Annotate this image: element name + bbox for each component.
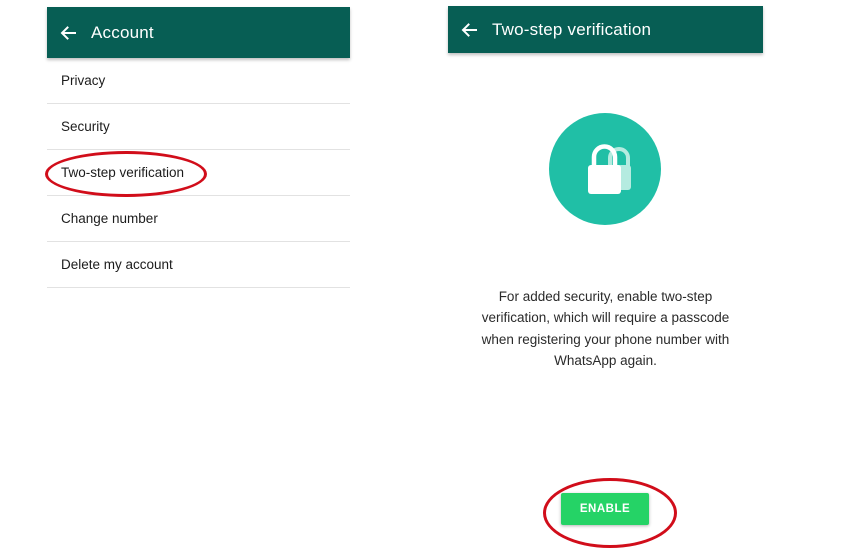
menu-item-privacy[interactable]: Privacy — [47, 58, 350, 104]
menu-item-two-step-verification[interactable]: Two-step verification — [47, 150, 350, 196]
account-screen: Account Privacy Security Two-step verifi… — [47, 0, 350, 300]
account-app-bar: Account — [47, 7, 350, 58]
menu-item-delete-account[interactable]: Delete my account — [47, 242, 350, 288]
account-menu-list: Privacy Security Two-step verification C… — [47, 58, 350, 288]
screenshot-stage: Account Privacy Security Two-step verifi… — [0, 0, 850, 550]
account-title: Account — [91, 22, 154, 42]
back-arrow-icon[interactable] — [460, 21, 478, 39]
menu-item-change-number[interactable]: Change number — [47, 196, 350, 242]
back-arrow-icon[interactable] — [59, 24, 77, 42]
two-step-description: For added security, enable two-step veri… — [481, 288, 730, 369]
lock-badge — [549, 113, 661, 225]
two-step-title: Two-step verification — [492, 19, 652, 39]
lock-icon — [588, 144, 631, 194]
enable-button[interactable]: ENABLE — [561, 493, 649, 525]
two-step-screen: Two-step verification For added security… — [448, 0, 763, 550]
two-step-app-bar: Two-step verification — [448, 6, 763, 53]
menu-item-security[interactable]: Security — [47, 104, 350, 150]
